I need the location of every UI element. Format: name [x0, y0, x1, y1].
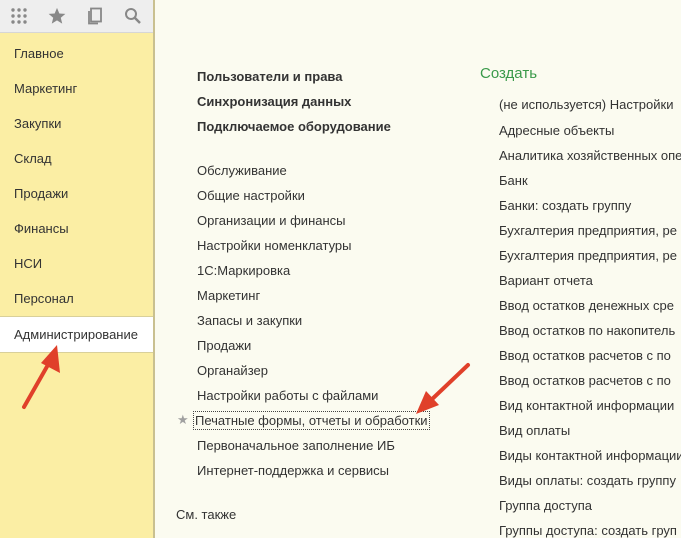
create-item[interactable]: Ввод остатков денежных сре	[499, 298, 674, 313]
link-marketing[interactable]: Маркетинг	[197, 288, 260, 303]
sidebar-item-nsi[interactable]: НСИ	[0, 246, 153, 281]
create-item[interactable]: Банки: создать группу	[499, 198, 631, 213]
link-file-settings[interactable]: Настройки работы с файлами	[197, 388, 378, 403]
link-organizations-finance[interactable]: Организации и финансы	[197, 213, 346, 228]
favorite-star-icon[interactable]: ★	[177, 412, 189, 428]
create-item[interactable]: Виды контактной информации	[499, 448, 681, 463]
create-item[interactable]: Вид контактной информации	[499, 398, 674, 413]
sidebar: Главное Маркетинг Закупки Склад Продажи …	[0, 0, 154, 538]
sidebar-item-main[interactable]: Главное	[0, 36, 153, 71]
sidebar-item-sales[interactable]: Продажи	[0, 176, 153, 211]
link-users-rights[interactable]: Пользователи и права	[197, 69, 342, 84]
link-print-forms-reports[interactable]: Печатные формы, отчеты и обработки	[193, 411, 430, 430]
grid-icon[interactable]	[0, 0, 38, 32]
link-nomenclature-settings[interactable]: Настройки номенклатуры	[197, 238, 352, 253]
sidebar-item-personnel[interactable]: Персонал	[0, 281, 153, 316]
toolbar	[0, 0, 153, 33]
link-data-sync[interactable]: Синхронизация данных	[197, 94, 351, 109]
link-marking[interactable]: 1С:Маркировка	[197, 263, 290, 278]
sidebar-item-finance[interactable]: Финансы	[0, 211, 153, 246]
create-item[interactable]: (не используется) Настройки	[499, 97, 673, 112]
create-item[interactable]: Аналитика хозяйственных опе	[499, 148, 681, 163]
create-item[interactable]: Вариант отчета	[499, 273, 593, 288]
search-icon[interactable]	[114, 0, 152, 32]
link-initial-fill[interactable]: Первоначальное заполнение ИБ	[197, 438, 395, 453]
create-item[interactable]: Адресные объекты	[499, 123, 614, 138]
create-item[interactable]: Банк	[499, 173, 528, 188]
sidebar-item-administration[interactable]: Администрирование	[0, 316, 153, 353]
link-stock-purchases[interactable]: Запасы и закупки	[197, 313, 302, 328]
create-item[interactable]: Группы доступа: создать груп	[499, 523, 677, 538]
sidebar-item-marketing[interactable]: Маркетинг	[0, 71, 153, 106]
link-general-settings[interactable]: Общие настройки	[197, 188, 305, 203]
see-also-label: См. также	[176, 507, 237, 522]
create-item[interactable]: Группа доступа	[499, 498, 592, 513]
link-organizer[interactable]: Органайзер	[197, 363, 268, 378]
create-item[interactable]: Виды оплаты: создать группу	[499, 473, 676, 488]
create-item[interactable]: Бухгалтерия предприятия, ре	[499, 223, 677, 238]
link-connected-equipment[interactable]: Подключаемое оборудование	[197, 119, 391, 134]
star-icon[interactable]	[38, 0, 76, 32]
link-internet-support[interactable]: Интернет-поддержка и сервисы	[197, 463, 389, 478]
create-item[interactable]: Вид оплаты	[499, 423, 570, 438]
create-section-title: Создать	[480, 65, 538, 82]
sidebar-item-warehouse[interactable]: Склад	[0, 141, 153, 176]
history-icon[interactable]	[76, 0, 114, 32]
sidebar-item-purchases[interactable]: Закупки	[0, 106, 153, 141]
link-maintenance[interactable]: Обслуживание	[197, 163, 287, 178]
create-item[interactable]: Ввод остатков расчетов с по	[499, 373, 671, 388]
create-item[interactable]: Ввод остатков по накопитель	[499, 323, 675, 338]
create-item[interactable]: Бухгалтерия предприятия, ре	[499, 248, 677, 263]
link-sales[interactable]: Продажи	[197, 338, 251, 353]
create-item[interactable]: Ввод остатков расчетов с по	[499, 348, 671, 363]
